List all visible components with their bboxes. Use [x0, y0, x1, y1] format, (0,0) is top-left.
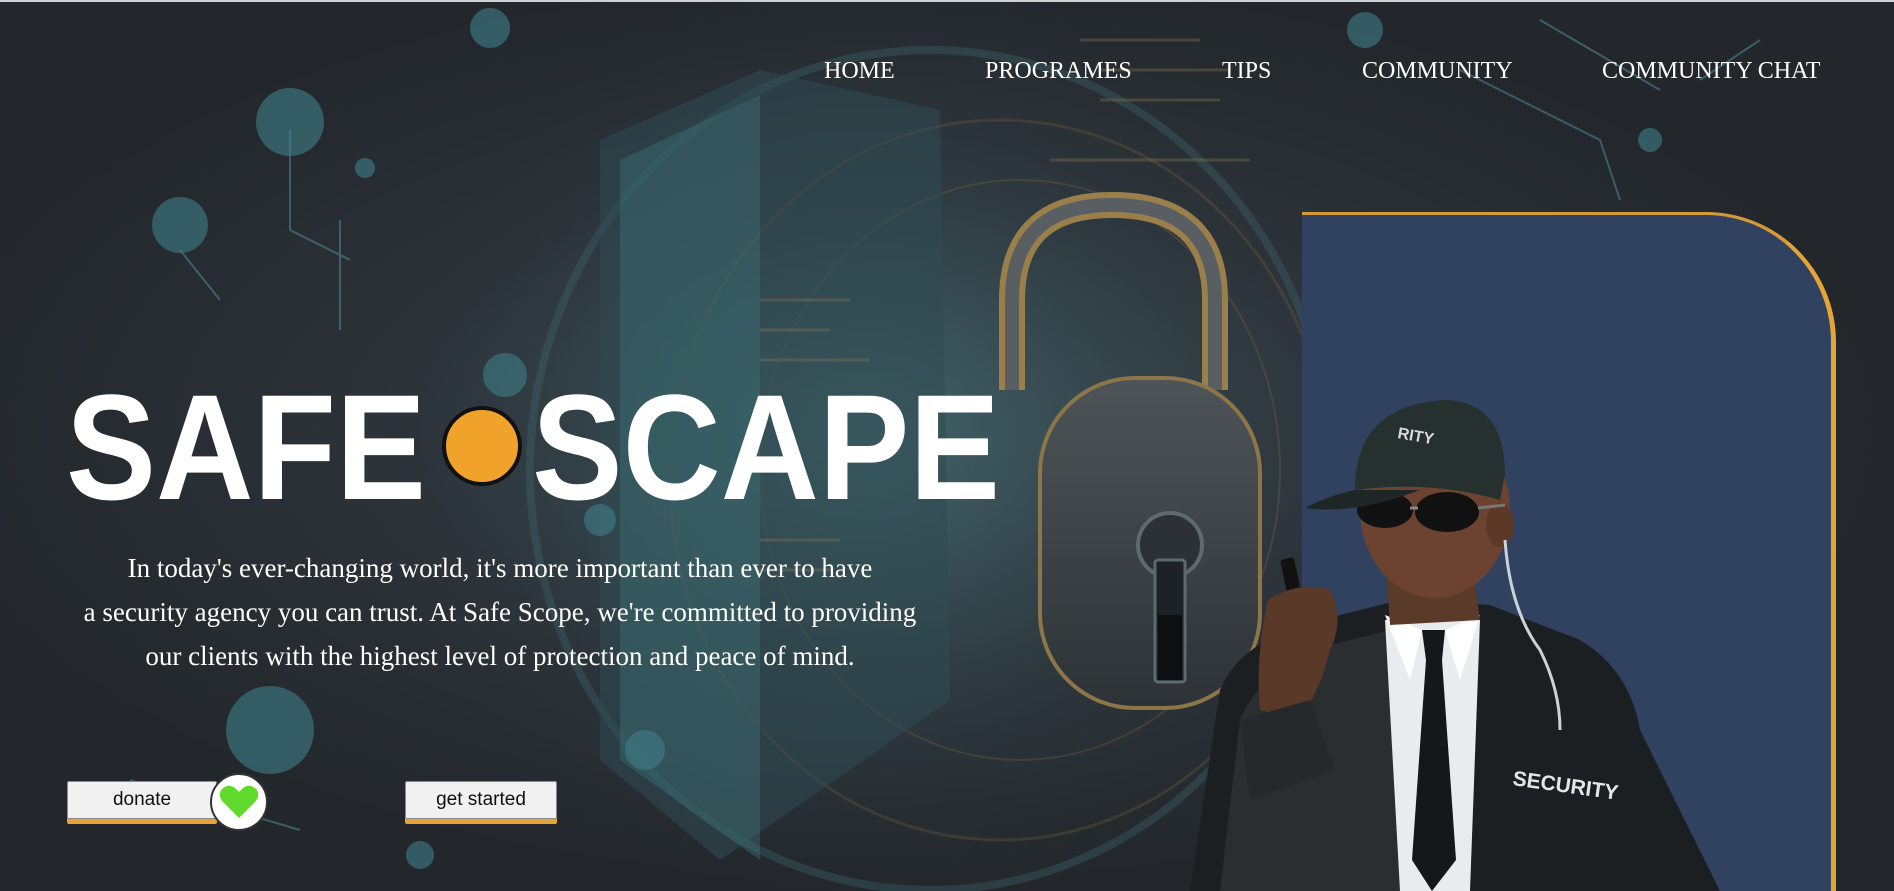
- logo-dot: [442, 406, 522, 486]
- hero-tagline: In today's ever-changing world, it's mor…: [20, 546, 980, 678]
- top-border: [0, 0, 1894, 2]
- tagline-line-1: In today's ever-changing world, it's mor…: [127, 553, 873, 583]
- tagline-line-2: a security agency you can trust. At Safe…: [83, 597, 917, 627]
- safe-scape-logo: SAFE SCAPE: [66, 386, 1000, 506]
- nav-community[interactable]: COMMUNITY: [1362, 58, 1513, 85]
- nav-programes[interactable]: PROGRAMES: [985, 58, 1132, 85]
- donate-button[interactable]: donate: [67, 781, 217, 819]
- heart-icon: [219, 785, 259, 818]
- nav-community-chat[interactable]: COMMUNITY CHAT: [1602, 58, 1820, 85]
- get-started-button[interactable]: get started: [405, 781, 557, 819]
- logo-word-safe: SAFE: [66, 386, 426, 506]
- logo-word-scape: SCAPE: [532, 386, 1000, 506]
- nav-tips[interactable]: TIPS: [1222, 58, 1271, 85]
- hero-section: HOME PROGRAMES TIPS COMMUNITY COMMUNITY …: [0, 0, 1894, 891]
- donate-heart-badge[interactable]: [210, 773, 268, 831]
- main-nav: HOME PROGRAMES TIPS COMMUNITY COMMUNITY …: [0, 58, 1894, 94]
- security-guard-photo: SECURITY RITY: [1190, 400, 1720, 891]
- nav-home[interactable]: HOME: [824, 58, 895, 85]
- tagline-line-3: our clients with the highest level of pr…: [145, 641, 855, 671]
